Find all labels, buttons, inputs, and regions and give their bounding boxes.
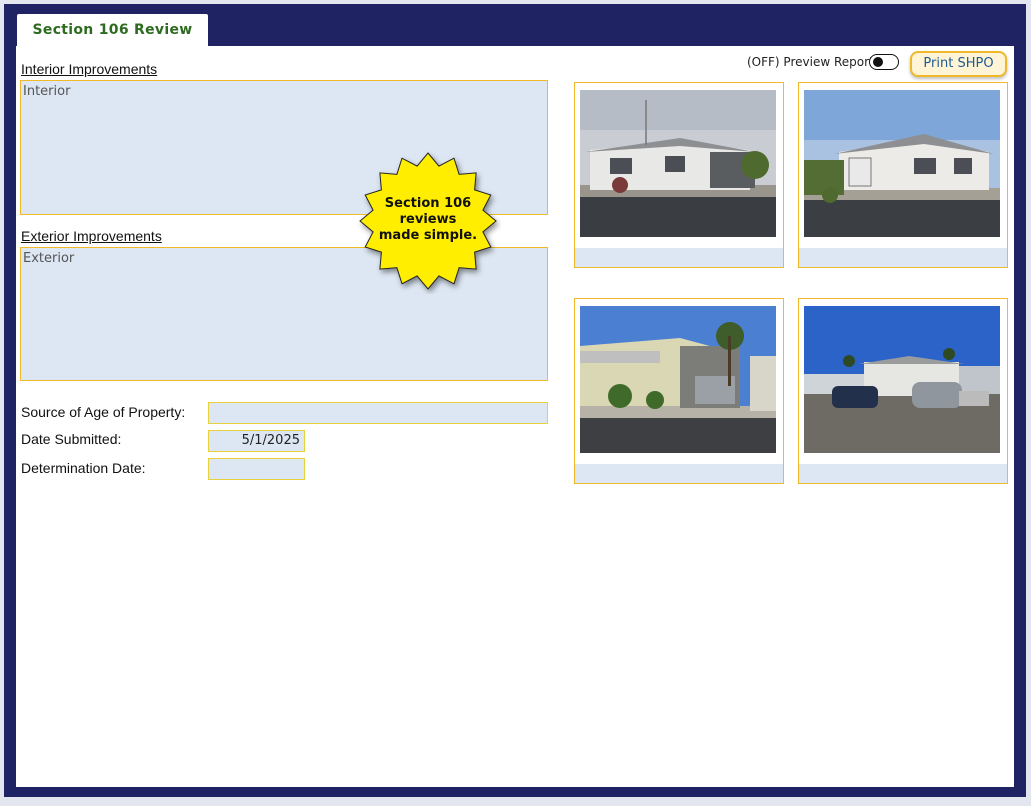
print-shpo-button[interactable]: Print SHPO [910, 51, 1007, 77]
photo-1-caption [575, 248, 783, 267]
photo-card-2[interactable] [798, 82, 1008, 268]
tab-section-106-review[interactable]: Section 106 Review [17, 14, 208, 47]
photo-card-4[interactable] [798, 298, 1008, 484]
source-age-input[interactable] [208, 402, 548, 424]
preview-report-label: (OFF) Preview Report: [747, 55, 878, 69]
photo-1 [580, 90, 776, 237]
date-submitted-label: Date Submitted: [21, 431, 122, 447]
preview-report-toggle[interactable] [869, 54, 899, 70]
photo-4 [804, 306, 1000, 453]
photo-4-caption [799, 464, 1007, 483]
photo-2 [804, 90, 1000, 237]
date-submitted-input[interactable]: 5/1/2025 [208, 430, 305, 452]
photo-2-caption [799, 248, 1007, 267]
exterior-placeholder: Exterior [23, 251, 75, 266]
interior-placeholder: Interior [23, 84, 71, 99]
tab-label: Section 106 Review [32, 22, 193, 38]
exterior-label: Exterior Improvements [21, 228, 162, 244]
badge-line-2: reviews [399, 212, 457, 227]
toggle-knob [873, 57, 883, 67]
promo-badge-text: Section 106 reviews made simple. [355, 196, 501, 244]
interior-label: Interior Improvements [21, 61, 158, 77]
photo-card-1[interactable] [574, 82, 784, 268]
badge-line-1: Section 106 [384, 196, 472, 211]
source-age-label: Source of Age of Property: [21, 404, 186, 420]
photo-3-caption [575, 464, 783, 483]
photo-3 [580, 306, 776, 453]
determination-date-label: Determination Date: [21, 460, 146, 476]
determination-date-input[interactable] [208, 458, 305, 480]
badge-line-3: made simple. [378, 228, 478, 243]
photo-card-3[interactable] [574, 298, 784, 484]
